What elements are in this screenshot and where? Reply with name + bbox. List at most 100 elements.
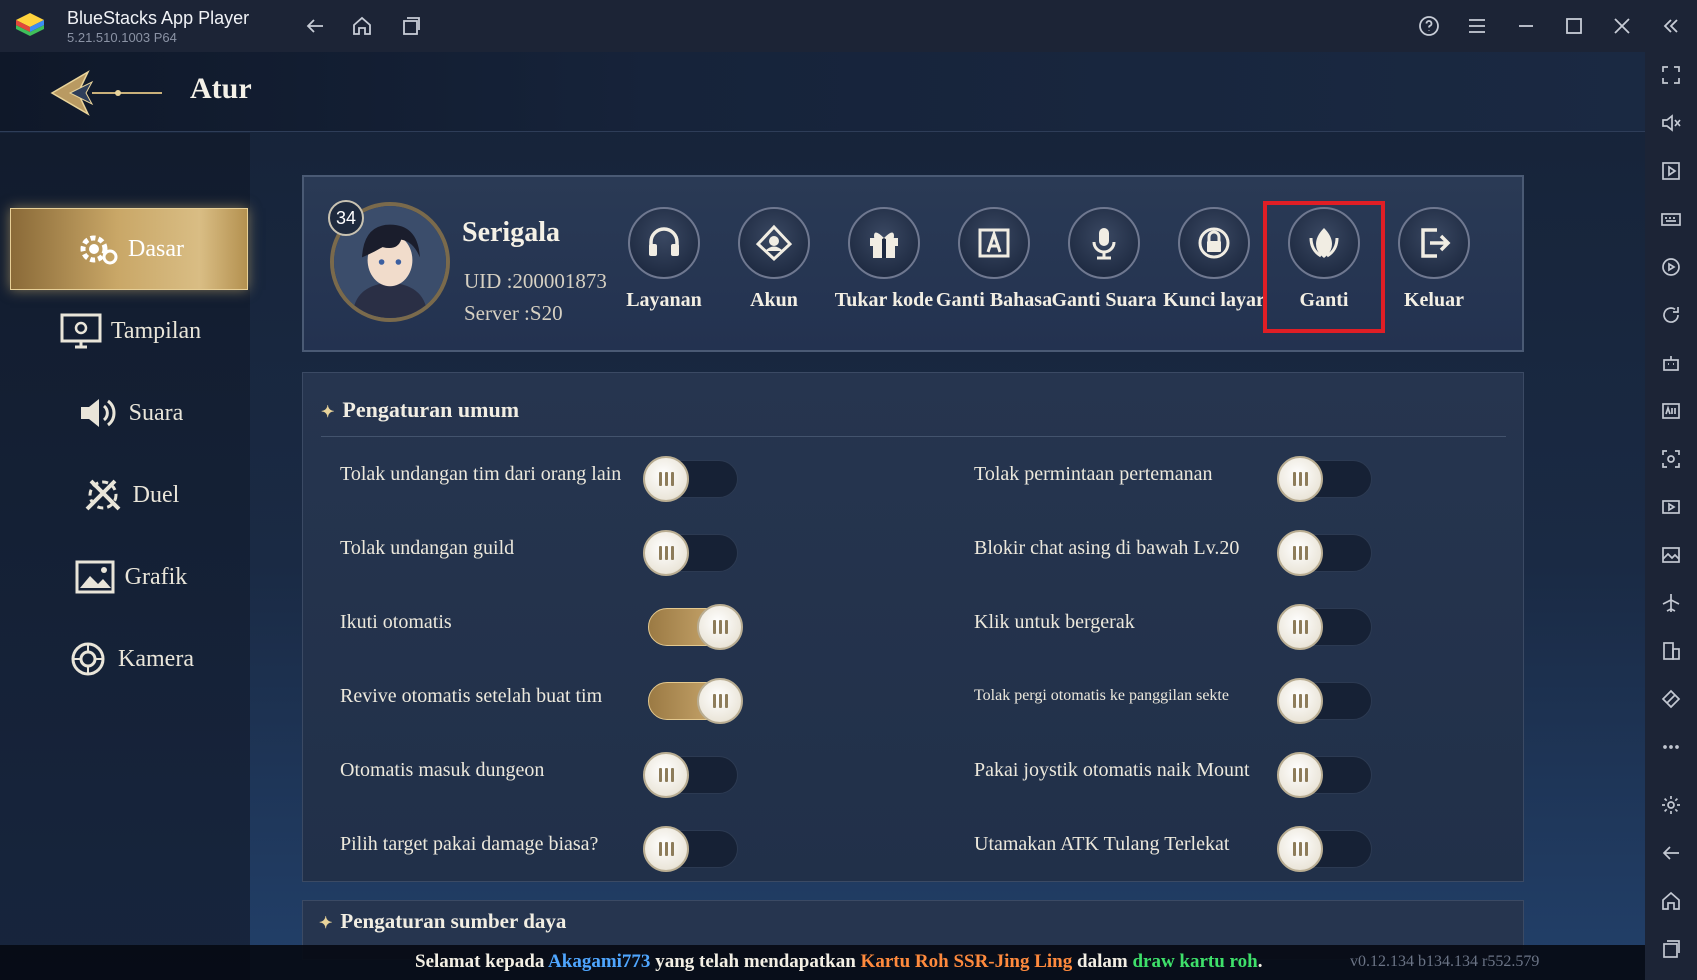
player-name: Serigala — [462, 217, 560, 248]
profile-panel: 34 Serigala UID :200001873 Server :S20 L… — [302, 175, 1524, 352]
action-label: Ganti Bahasa — [935, 289, 1053, 311]
nav-label: Dasar — [128, 235, 184, 262]
back-icon[interactable] — [301, 12, 329, 40]
keyboard-icon[interactable] — [1658, 206, 1684, 232]
keluar-button[interactable]: Keluar — [1379, 207, 1489, 327]
level-badge: 34 — [328, 200, 364, 236]
ganti-button[interactable]: Ganti — [1263, 201, 1385, 333]
macro-icon[interactable] — [1658, 254, 1684, 280]
nav-item-kamera[interactable]: Kamera — [10, 618, 248, 700]
toggle-tolak-pertemanan[interactable] — [1277, 456, 1372, 502]
nav-label: Suara — [128, 399, 184, 426]
layanan-button[interactable]: Layanan — [609, 207, 719, 327]
voice-icon — [1068, 207, 1140, 279]
section-title: ✦ Pengaturan umum — [321, 397, 520, 422]
settings-nav: Dasar Tampilan Suara Duel Grafik Kamera — [0, 133, 250, 980]
nav-item-duel[interactable]: Duel — [10, 454, 248, 536]
toggle-otomatis-masuk-dungeon[interactable] — [643, 752, 738, 798]
apk-icon[interactable] — [1658, 398, 1684, 424]
setting-label: Klik untuk bergerak — [974, 611, 1135, 633]
setting-label: Utamakan ATK Tulang Terlekat — [974, 833, 1230, 855]
more-icon[interactable] — [1658, 734, 1684, 760]
back-emblem-icon[interactable] — [48, 64, 166, 122]
robot-icon[interactable] — [1658, 350, 1684, 376]
avatar[interactable]: 34 — [328, 200, 450, 322]
close-icon[interactable] — [1608, 12, 1636, 40]
star-icon: ✦ — [321, 404, 335, 421]
toggle-tolak-pergi-otomatis[interactable] — [1277, 678, 1372, 724]
multi-instance-icon[interactable] — [1658, 638, 1684, 664]
recent-apps-icon[interactable] — [1658, 936, 1684, 962]
bluestacks-logo-icon — [16, 13, 44, 36]
action-label: Ganti — [1299, 289, 1349, 311]
logout-icon — [1398, 207, 1470, 279]
action-label: Akun — [750, 289, 798, 311]
minimize-icon[interactable] — [1512, 12, 1540, 40]
star-icon: ✦ — [319, 915, 333, 932]
toggle-revive-otomatis[interactable] — [648, 678, 743, 724]
toggle-pilih-target[interactable] — [643, 826, 738, 872]
gift-icon — [848, 207, 920, 279]
toggle-ikuti-otomatis[interactable] — [648, 604, 743, 650]
airplane-icon[interactable] — [1658, 590, 1684, 616]
bluestacks-sidebar — [1645, 52, 1697, 980]
recent-apps-icon[interactable] — [397, 12, 425, 40]
section-title: ✦ Pengaturan sumber daya — [319, 909, 567, 933]
nav-item-dasar[interactable]: Dasar — [10, 208, 248, 290]
settings-header: Atur — [0, 52, 1645, 132]
menu-icon[interactable] — [1463, 12, 1491, 40]
ganti-bahasa-button[interactable]: Ganti Bahasa — [935, 207, 1053, 327]
home-icon[interactable] — [1658, 888, 1684, 914]
maximize-icon[interactable] — [1560, 12, 1588, 40]
toggle-tolak-undangan-guild[interactable] — [643, 530, 738, 576]
nav-item-suara[interactable]: Suara — [10, 372, 248, 454]
help-icon[interactable] — [1415, 12, 1443, 40]
screenshot-icon[interactable] — [1658, 446, 1684, 472]
toggle-tolak-undangan-tim[interactable] — [643, 456, 738, 502]
game-screen: Atur Dasar Tampilan Suara Duel Grafik Ka… — [0, 52, 1645, 980]
broadcast-item: Kartu Roh SSR-Jing Ling — [860, 951, 1073, 972]
setting-label: Tolak pergi otomatis ke panggilan sekte — [974, 687, 1229, 704]
toggle-klik-untuk-bergerak[interactable] — [1277, 604, 1372, 650]
back-icon[interactable] — [1658, 840, 1684, 866]
setting-label: Tolak permintaan pertemanan — [974, 463, 1213, 485]
play-video-icon[interactable] — [1658, 158, 1684, 184]
setting-label: Tolak undangan guild — [340, 537, 515, 559]
nav-label: Grafik — [124, 563, 188, 590]
nav-label: Tampilan — [110, 317, 202, 344]
media-folder-icon[interactable] — [1658, 542, 1684, 568]
toggle-joystik-mount[interactable] — [1277, 752, 1372, 798]
nav-label: Duel — [132, 481, 180, 508]
settings-icon[interactable] — [1658, 792, 1684, 818]
record-icon[interactable] — [1658, 494, 1684, 520]
game-version: v0.12.134 b134.134 r552.579 — [1350, 953, 1540, 970]
setting-label: Blokir chat asing di bawah Lv.20 — [974, 537, 1240, 559]
setting-label: Pakai joystik otomatis naik Mount — [974, 759, 1250, 781]
kunci-layar-button[interactable]: Kunci layar — [1159, 207, 1269, 327]
monitor-icon — [57, 309, 105, 353]
toggle-utamakan-atk[interactable] — [1277, 826, 1372, 872]
player-uid: UID :200001873 — [464, 269, 607, 293]
speaker-icon — [75, 391, 123, 435]
ganti-suara-button[interactable]: Ganti Suara — [1049, 207, 1159, 327]
setting-label: Pilih target pakai damage biasa? — [340, 833, 599, 855]
eco-mode-icon[interactable] — [1658, 686, 1684, 712]
action-label: Ganti Suara — [1051, 289, 1157, 311]
language-icon — [958, 207, 1030, 279]
home-icon[interactable] — [348, 12, 376, 40]
nav-item-grafik[interactable]: Grafik — [10, 536, 248, 618]
swords-icon — [79, 473, 127, 517]
fullscreen-icon[interactable] — [1658, 62, 1684, 88]
toggle-blokir-chat-asing[interactable] — [1277, 530, 1372, 576]
app-version: 5.21.510.1003 P64 — [67, 30, 177, 45]
player-server: Server :S20 — [464, 301, 563, 325]
broadcast-banner: Selamat kepada Akagami773 yang telah men… — [0, 945, 1645, 980]
akun-button[interactable]: Akun — [719, 207, 829, 327]
divider — [321, 436, 1506, 437]
action-label: Tukar kode — [834, 289, 934, 311]
tukar-kode-button[interactable]: Tukar kode — [829, 207, 939, 327]
volume-icon[interactable] — [1658, 110, 1684, 136]
nav-item-tampilan[interactable]: Tampilan — [10, 290, 248, 372]
collapse-sidebar-icon[interactable] — [1657, 12, 1685, 40]
rotate-icon[interactable] — [1658, 302, 1684, 328]
